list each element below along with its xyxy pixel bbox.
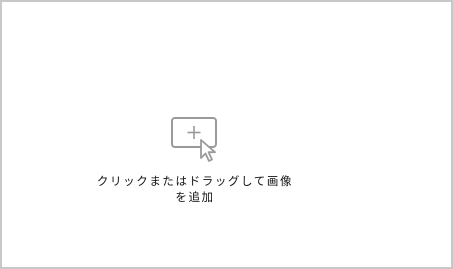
image-upload-dropzone[interactable]: クリックまたはドラッグして画像を追加 — [0, 0, 453, 269]
upload-hint-text: クリックまたはドラッグして画像を追加 — [96, 174, 294, 204]
image-add-cursor-icon — [170, 116, 222, 162]
